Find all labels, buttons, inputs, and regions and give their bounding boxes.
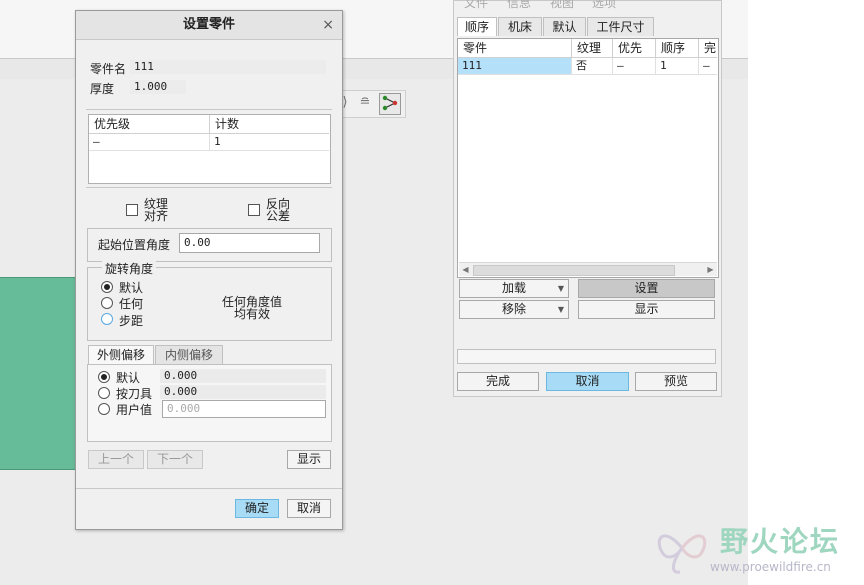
close-icon[interactable]: × [322,11,334,39]
rotation-note-line2: 均有效 [233,307,270,321]
offset-tool-radio[interactable] [98,387,110,399]
finish-button[interactable]: 完成 [457,372,539,391]
tab-default[interactable]: 默认 [543,17,586,36]
col-complete[interactable]: 完 [699,39,717,58]
table-cell-complete[interactable]: – [699,58,717,75]
rotation-default-label: 默认 [119,281,144,295]
watermark-title: 野火论坛 [720,525,841,558]
chevron-down-icon: ▼ [557,284,564,293]
offset-default-radio[interactable] [98,371,110,383]
reverse-tolerance-label: 反向 公差 [266,198,290,222]
setup-part-dialog: 设置零件 × 零件名 111 厚度 1.000 优先级 计数 – 1 纹理 对齐… [75,10,343,530]
offset-user-input[interactable]: 0.000 [162,400,326,418]
forum-watermark: 野火论坛 www.proewildfire.cn [652,518,857,580]
rotation-default-radio[interactable] [101,281,113,293]
next-button[interactable]: 下一个 [147,450,203,469]
grid-cell-priority[interactable]: – [89,134,210,151]
scroll-left-icon[interactable]: ◀ [459,263,472,276]
preview-button[interactable]: 预览 [635,372,717,391]
show-button[interactable]: 显示 [287,450,331,469]
horizontal-scrollbar[interactable]: ◀ ▶ [459,262,717,276]
rotation-step-label: 步距 [119,314,144,328]
ok-button[interactable]: 确定 [235,499,279,518]
table-cell-part[interactable]: 111 [458,58,572,75]
rotation-any-radio[interactable] [101,297,113,309]
rotation-any-label: 任何 [119,297,144,311]
parts-table[interactable]: 零件 纹理 优先 顺序 完 111 否 – 1 – ◀ ▶ [457,38,719,278]
col-order[interactable]: 顺序 [656,39,699,58]
butterfly-logo-icon [657,534,707,574]
toolbar-node-icon[interactable] [379,93,401,115]
col-priority[interactable]: 优先 [613,39,656,58]
col-part[interactable]: 零件 [458,39,572,58]
divider [86,187,332,188]
tab-workpiece-size[interactable]: 工件尺寸 [587,17,654,36]
offset-user-label: 用户值 [116,403,153,417]
texture-align-line2: 对齐 [144,209,169,223]
divider [86,109,332,110]
tab-machine[interactable]: 机床 [498,17,542,36]
scroll-thumb[interactable] [473,265,675,276]
rotation-step-radio[interactable] [101,313,113,325]
offset-default-label: 默认 [116,371,141,385]
tab-order[interactable]: 顺序 [457,17,497,36]
grid-header-count[interactable]: 计数 [210,115,329,134]
start-angle-label: 起始位置角度 [98,238,171,252]
rotation-angle-title: 旋转角度 [102,260,157,277]
scroll-right-icon[interactable]: ▶ [704,263,717,276]
dialog-title-bar[interactable]: 设置零件 [76,11,342,40]
remove-button-label: 移除 [501,302,526,316]
prev-button[interactable]: 上一个 [88,450,144,469]
chevron-down-icon: ▼ [557,305,564,314]
load-button-label: 加载 [501,281,526,295]
part-name-value: 111 [130,60,326,74]
setup-button[interactable]: 设置 [578,279,715,298]
remove-button[interactable]: 移除 ▼ [459,300,569,319]
part-name-label: 零件名 [90,62,127,76]
reverse-tolerance-checkbox[interactable] [248,204,260,216]
load-button[interactable]: 加载 ▼ [459,279,569,298]
divider [76,488,342,489]
table-cell-texture[interactable]: 否 [572,58,613,75]
cancel-button[interactable]: 取消 [287,499,331,518]
tab-outer-offset[interactable]: 外侧偏移 [88,345,154,364]
reverse-tolerance-line2: 公差 [266,209,291,223]
col-texture[interactable]: 纹理 [572,39,613,58]
table-cell-priority[interactable]: – [613,58,656,75]
thickness-label: 厚度 [90,82,115,96]
table-cell-order[interactable]: 1 [656,58,699,75]
panel-cancel-button[interactable]: 取消 [546,372,629,391]
menu-options[interactable]: 选项 [592,0,616,11]
tab-inner-offset[interactable]: 内侧偏移 [155,345,223,364]
texture-align-label: 纹理 对齐 [144,198,168,222]
start-angle-input[interactable]: 0.00 [179,233,320,253]
offset-tool-label: 按刀具 [116,387,153,401]
offset-user-radio[interactable] [98,403,110,415]
offset-default-value: 0.000 [160,369,326,383]
display-button[interactable]: 显示 [578,300,715,319]
priority-grid[interactable]: 优先级 计数 – 1 [88,114,331,184]
rotation-note: 任何角度值 均有效 [221,296,283,320]
menu-file[interactable]: 文件 [464,0,488,11]
texture-align-checkbox[interactable] [126,204,138,216]
grid-header-priority[interactable]: 优先级 [89,115,210,134]
toolbar-layer-icon[interactable]: ≘ [355,93,375,113]
menu-view[interactable]: 视图 [550,0,574,11]
watermark-url: www.proewildfire.cn [710,560,831,574]
grid-cell-count[interactable]: 1 [210,134,329,151]
menu-info[interactable]: 信息 [507,0,531,11]
thickness-value: 1.000 [130,80,186,94]
dialog-title: 设置零件 [182,17,235,32]
offset-tool-value: 0.000 [160,385,326,399]
progress-bar [457,349,716,364]
